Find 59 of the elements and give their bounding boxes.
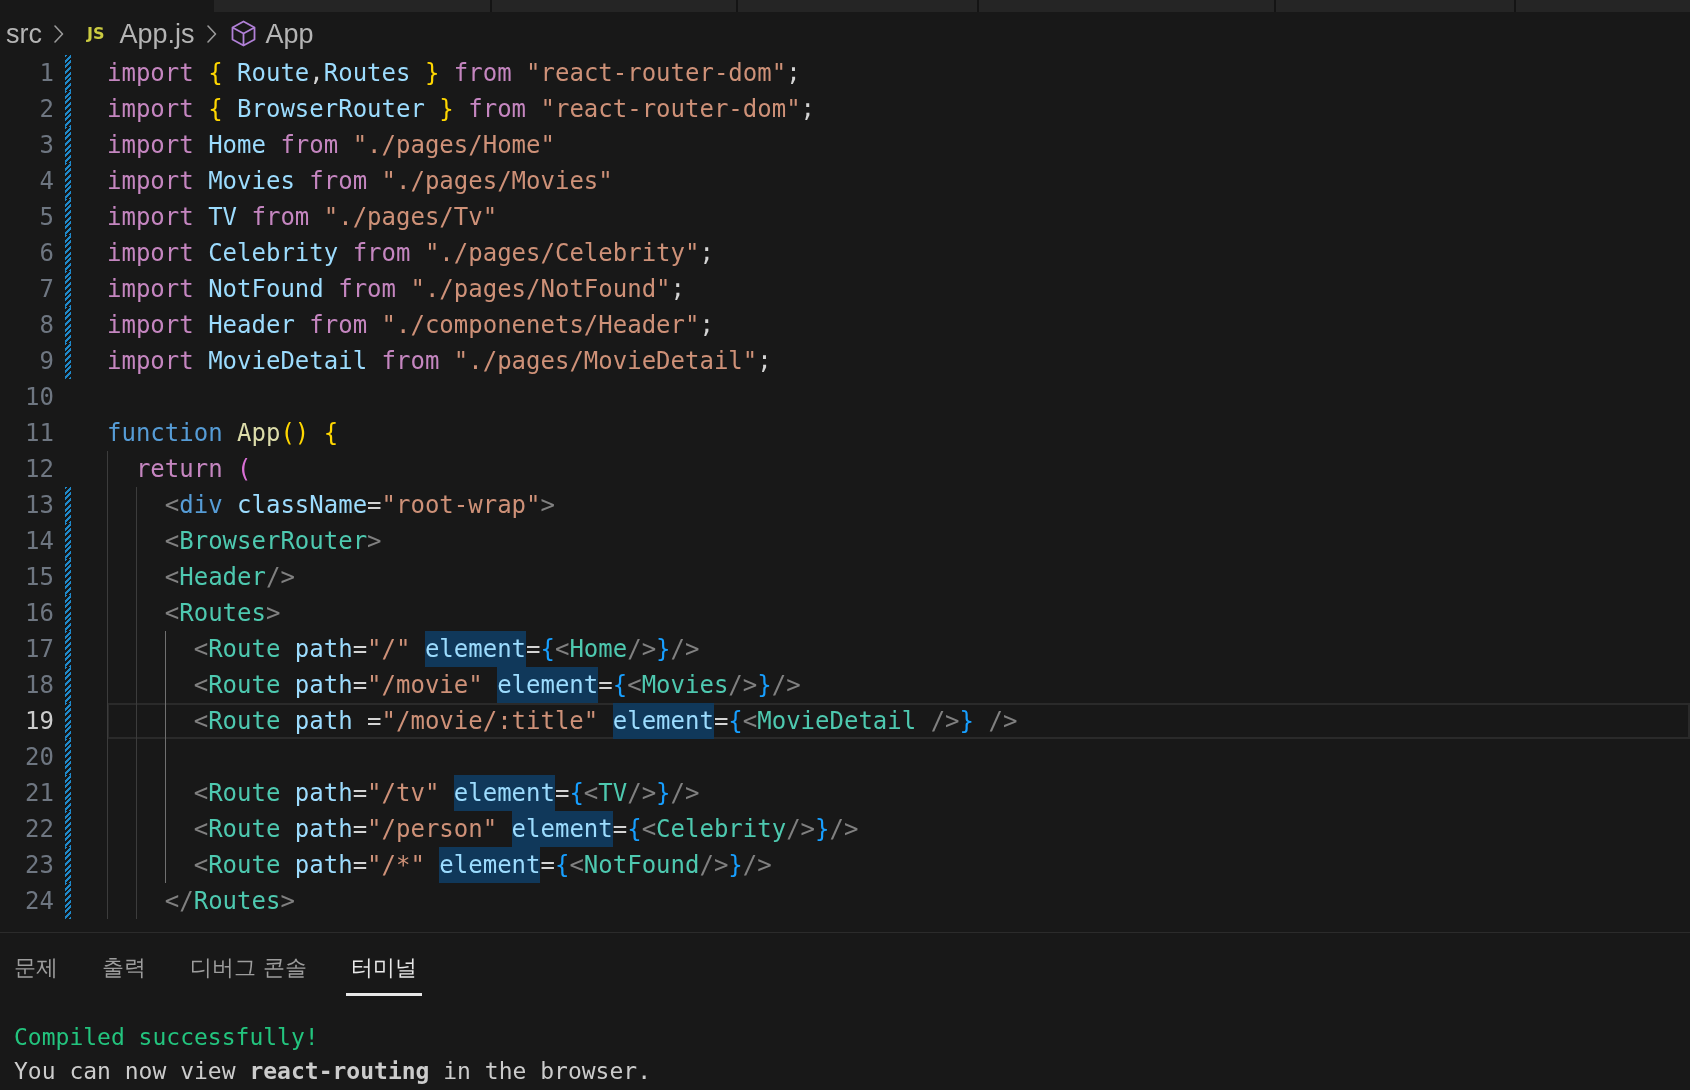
code-line: import Celebrity from "./pages/Celebrity"; <box>107 238 714 269</box>
breadcrumb-item[interactable]: src <box>6 18 42 49</box>
code-line: <Route path ="/movie/:title" element={<MovieDetail />} /> <box>193 703 1018 739</box>
code-line: import Home from "./pages/Home" <box>107 130 555 161</box>
code-line: <Routes> <box>164 598 281 629</box>
line-number: 7 <box>39 274 54 305</box>
code-line: <Route path="/*" element={<NotFound/>}/> <box>193 847 772 883</box>
line-number: 4 <box>39 166 54 197</box>
line-number: 2 <box>39 94 54 125</box>
panel-tab[interactable]: 터미널 <box>346 949 422 996</box>
line-number: 16 <box>25 598 54 629</box>
terminal-line: You can now view react-routing in the browser. <box>14 1057 651 1086</box>
code-line: import { BrowserRouter } from "react-router-dom"; <box>107 94 816 125</box>
code-line: return ( <box>135 454 252 485</box>
line-number: 1 <box>39 58 54 89</box>
line-number: 21 <box>25 778 54 809</box>
code-line: import Header from "./componenets/Header"; <box>107 310 714 341</box>
line-number: 9 <box>39 346 54 377</box>
panel-tab[interactable]: 출력 <box>97 949 151 996</box>
line-number: 15 <box>25 562 54 593</box>
line-number: 13 <box>25 490 54 521</box>
code-line: import MovieDetail from "./pages/MovieDetail"; <box>107 346 772 377</box>
line-number: 18 <box>25 670 54 701</box>
line-number: 11 <box>25 418 54 449</box>
line-number: 19 <box>25 706 54 737</box>
line-number: 5 <box>39 202 54 233</box>
panel-tab[interactable]: 문제 <box>9 949 63 996</box>
line-number: 3 <box>39 130 54 161</box>
line-number: 20 <box>25 742 54 773</box>
code-line: import { Route,Routes } from "react-router-dom"; <box>107 58 801 89</box>
terminal-line: Compiled successfully! <box>14 1023 319 1052</box>
cube-icon <box>230 20 256 47</box>
code-line: </Routes> <box>164 886 295 917</box>
chevron-right-icon <box>205 23 217 44</box>
breadcrumb-item[interactable]: App <box>265 18 314 49</box>
code-line: <Route path="/" element={<Home/>}/> <box>193 631 700 667</box>
breadcrumb-item[interactable]: App.js <box>119 18 195 49</box>
line-number: 17 <box>25 634 54 665</box>
code-line: import Movies from "./pages/Movies" <box>107 166 613 197</box>
file-type-icon: JS <box>87 23 105 44</box>
line-number: 8 <box>39 310 54 341</box>
code-line: <Header/> <box>164 562 295 593</box>
code-line: <BrowserRouter> <box>164 526 382 557</box>
code-line: <Route path="/person" element={<Celebrity/>}/> <box>193 811 859 847</box>
line-number: 10 <box>25 382 54 413</box>
line-number: 14 <box>25 526 54 557</box>
code-line: import TV from "./pages/Tv" <box>107 202 498 233</box>
line-number: 22 <box>25 814 54 845</box>
code-line: <div className="root-wrap"> <box>164 490 555 521</box>
line-number: 23 <box>25 850 54 881</box>
code-line: function App() { <box>107 418 339 449</box>
chevron-right-icon <box>53 23 64 44</box>
line-number: 12 <box>25 454 54 485</box>
panel-tab[interactable]: 디버그 콘솔 <box>185 949 312 996</box>
line-number: 6 <box>39 238 54 269</box>
code-line: import NotFound from "./pages/NotFound"; <box>107 274 685 305</box>
code-line: <Route path="/tv" element={<TV/>}/> <box>193 775 700 811</box>
line-number: 24 <box>25 886 54 917</box>
code-line: <Route path="/movie" element={<Movies/>}/> <box>193 667 801 703</box>
